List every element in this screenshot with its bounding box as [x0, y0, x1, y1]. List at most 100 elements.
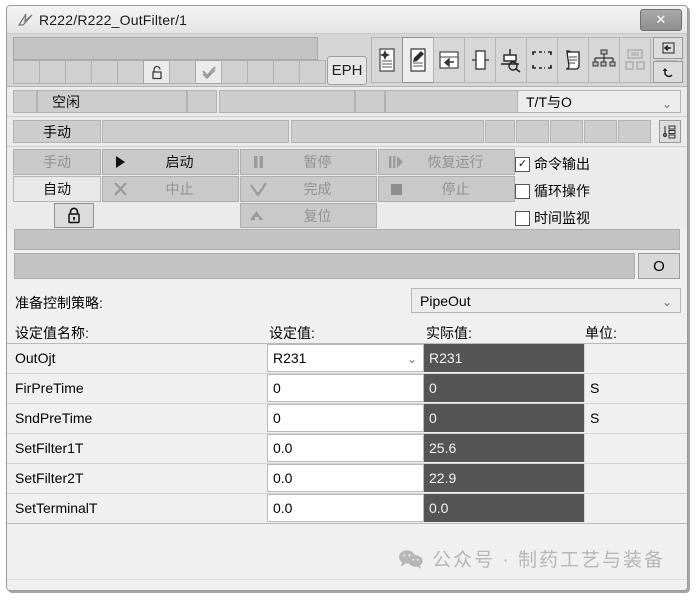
- auto-mode-button[interactable]: 自动: [13, 176, 101, 202]
- secondary-message-bar-row: O: [14, 253, 680, 281]
- checkbox-command-output[interactable]: ✓ 命令输出: [515, 154, 590, 174]
- pin-icon[interactable]: [653, 37, 683, 59]
- block-icon[interactable]: [464, 37, 496, 83]
- table-import-icon[interactable]: [433, 37, 465, 83]
- toolbar-icon-group: [371, 37, 682, 83]
- mode-select[interactable]: T/T与O ⌄: [517, 90, 681, 113]
- toolbar-slot-10[interactable]: [247, 60, 274, 84]
- pause-button[interactable]: 暂停: [240, 149, 377, 175]
- status-row-mode: 手动: [7, 117, 687, 147]
- toolbar-slot-4[interactable]: [91, 60, 118, 84]
- mode-seg-7: [618, 120, 651, 143]
- table-header-row: 设定值名称: 设定值: 实际值: 单位:: [7, 319, 687, 344]
- row-actual-value: R231: [424, 344, 584, 372]
- toolbar-right-group: [653, 37, 683, 85]
- mode-seg-3: [485, 120, 515, 143]
- row-setpoint-input[interactable]: 0.0: [267, 494, 424, 522]
- toolbar-slot-3[interactable]: [65, 60, 92, 84]
- mode-label-box: 手动: [13, 120, 101, 143]
- mode-seg-4: [516, 120, 549, 143]
- hierarchy-icon[interactable]: [588, 37, 620, 83]
- control-strategy-select[interactable]: PipeOut ⌄: [411, 288, 681, 313]
- row-actual-value: 0: [424, 404, 584, 432]
- check-stack-icon[interactable]: [195, 60, 222, 84]
- edit-document-icon[interactable]: [402, 37, 434, 83]
- row-setpoint-input[interactable]: 0: [267, 374, 424, 402]
- row-actual-value: 0.0: [424, 494, 584, 522]
- title-bar: R222/R222_OutFilter/1 ✕: [7, 6, 687, 34]
- manual-mode-button[interactable]: 手动: [13, 149, 101, 175]
- mode-seg-2: [291, 120, 484, 143]
- reset-button[interactable]: 复位: [240, 203, 377, 228]
- auto-mode-label: 自动: [43, 181, 71, 197]
- eph-button[interactable]: EPH: [327, 56, 367, 85]
- stop-label: 停止: [441, 181, 470, 197]
- report-scroll-icon[interactable]: [557, 37, 589, 83]
- row-name: OutOjt: [15, 350, 56, 366]
- row-setpoint-value: 0: [273, 410, 281, 426]
- header-name: 设定值名称:: [15, 325, 89, 341]
- control-strategy-label: 准备控制策略:: [15, 295, 103, 311]
- complete-button[interactable]: 完成: [240, 176, 377, 202]
- abort-x-icon: [103, 182, 137, 196]
- search-unit-icon[interactable]: [495, 37, 527, 83]
- row-actual-value: 22.9: [424, 464, 584, 492]
- row-setpoint-select[interactable]: R231 ⌄: [267, 344, 424, 372]
- toolbar-slot-5[interactable]: [117, 60, 144, 84]
- chevron-down-icon: ⌄: [661, 295, 672, 309]
- row-name: FirPreTime: [15, 380, 84, 396]
- resume-button[interactable]: 恢复运行: [378, 149, 515, 175]
- complete-check-icon: [241, 182, 275, 196]
- checkbox-time-monitor[interactable]: 时间监视: [515, 208, 590, 228]
- state-seg-4: [355, 90, 385, 113]
- toolbar-slot-11[interactable]: [273, 60, 300, 84]
- start-button[interactable]: 启动: [102, 149, 239, 175]
- toolbar-slot-12[interactable]: [299, 60, 326, 84]
- table-row: SetFilter2T 0.0 22.9: [7, 464, 687, 494]
- list-settings-icon[interactable]: [659, 120, 681, 143]
- state-label: 空闲: [37, 90, 187, 113]
- control-strategy-row: 准备控制策略: PipeOut ⌄: [7, 287, 687, 317]
- lock-open-icon[interactable]: [143, 60, 170, 84]
- select-area-icon[interactable]: [526, 37, 558, 83]
- resume-icon: [379, 155, 413, 169]
- chevron-down-icon: ⌄: [406, 352, 417, 366]
- table-row: SetTerminalT 0.0 0.0: [7, 494, 687, 524]
- toolbar-slot-7[interactable]: [169, 60, 196, 84]
- window-bottom-edge: [7, 579, 687, 590]
- checkbox-box: ✓: [515, 156, 530, 172]
- complete-label: 完成: [303, 181, 332, 197]
- row-setpoint-input[interactable]: 0.0: [267, 434, 424, 462]
- row-setpoint-input[interactable]: 0.0: [267, 464, 424, 492]
- checkbox-cyclic-operation[interactable]: 循环操作: [515, 181, 590, 201]
- checkbox-command-output-label: 命令输出: [534, 156, 590, 172]
- row-name: SetFilter1T: [15, 440, 84, 456]
- window-title: R222/R222_OutFilter/1: [39, 11, 188, 28]
- state-seg-3: [219, 90, 355, 113]
- abort-button[interactable]: 中止: [102, 176, 239, 202]
- toolbar-slot-1[interactable]: [13, 60, 40, 84]
- toolbar-slot-2[interactable]: [39, 60, 66, 84]
- row-setpoint-value: 0.0: [273, 500, 293, 516]
- recipe-sparkle-icon[interactable]: [371, 37, 403, 83]
- toolbar-slot-9[interactable]: [221, 60, 248, 84]
- state-seg-2: [187, 90, 217, 113]
- status-row-state: 空闲 T/T与O ⌄: [7, 87, 687, 117]
- o-button[interactable]: O: [638, 253, 680, 279]
- undo-icon[interactable]: [653, 61, 683, 83]
- lock-icon[interactable]: [54, 203, 94, 228]
- group-blocks-icon[interactable]: [619, 37, 651, 83]
- checkbox-cyclic-operation-label: 循环操作: [534, 183, 590, 199]
- table-row: SndPreTime 0 0 S: [7, 404, 687, 434]
- pause-label: 暂停: [303, 154, 332, 170]
- close-button[interactable]: ✕: [640, 9, 682, 31]
- header-setpoint: 设定值:: [269, 325, 315, 341]
- row-unit: [584, 434, 682, 462]
- row-actual-value: 25.6: [424, 434, 584, 462]
- row-setpoint-value: 0: [273, 380, 281, 396]
- checkbox-time-monitor-label: 时间监视: [534, 210, 590, 226]
- stop-button[interactable]: 停止: [378, 176, 515, 202]
- state-seg-5: [385, 90, 518, 113]
- row-setpoint-input[interactable]: 0: [267, 404, 424, 432]
- row-setpoint-value: 0.0: [273, 470, 293, 486]
